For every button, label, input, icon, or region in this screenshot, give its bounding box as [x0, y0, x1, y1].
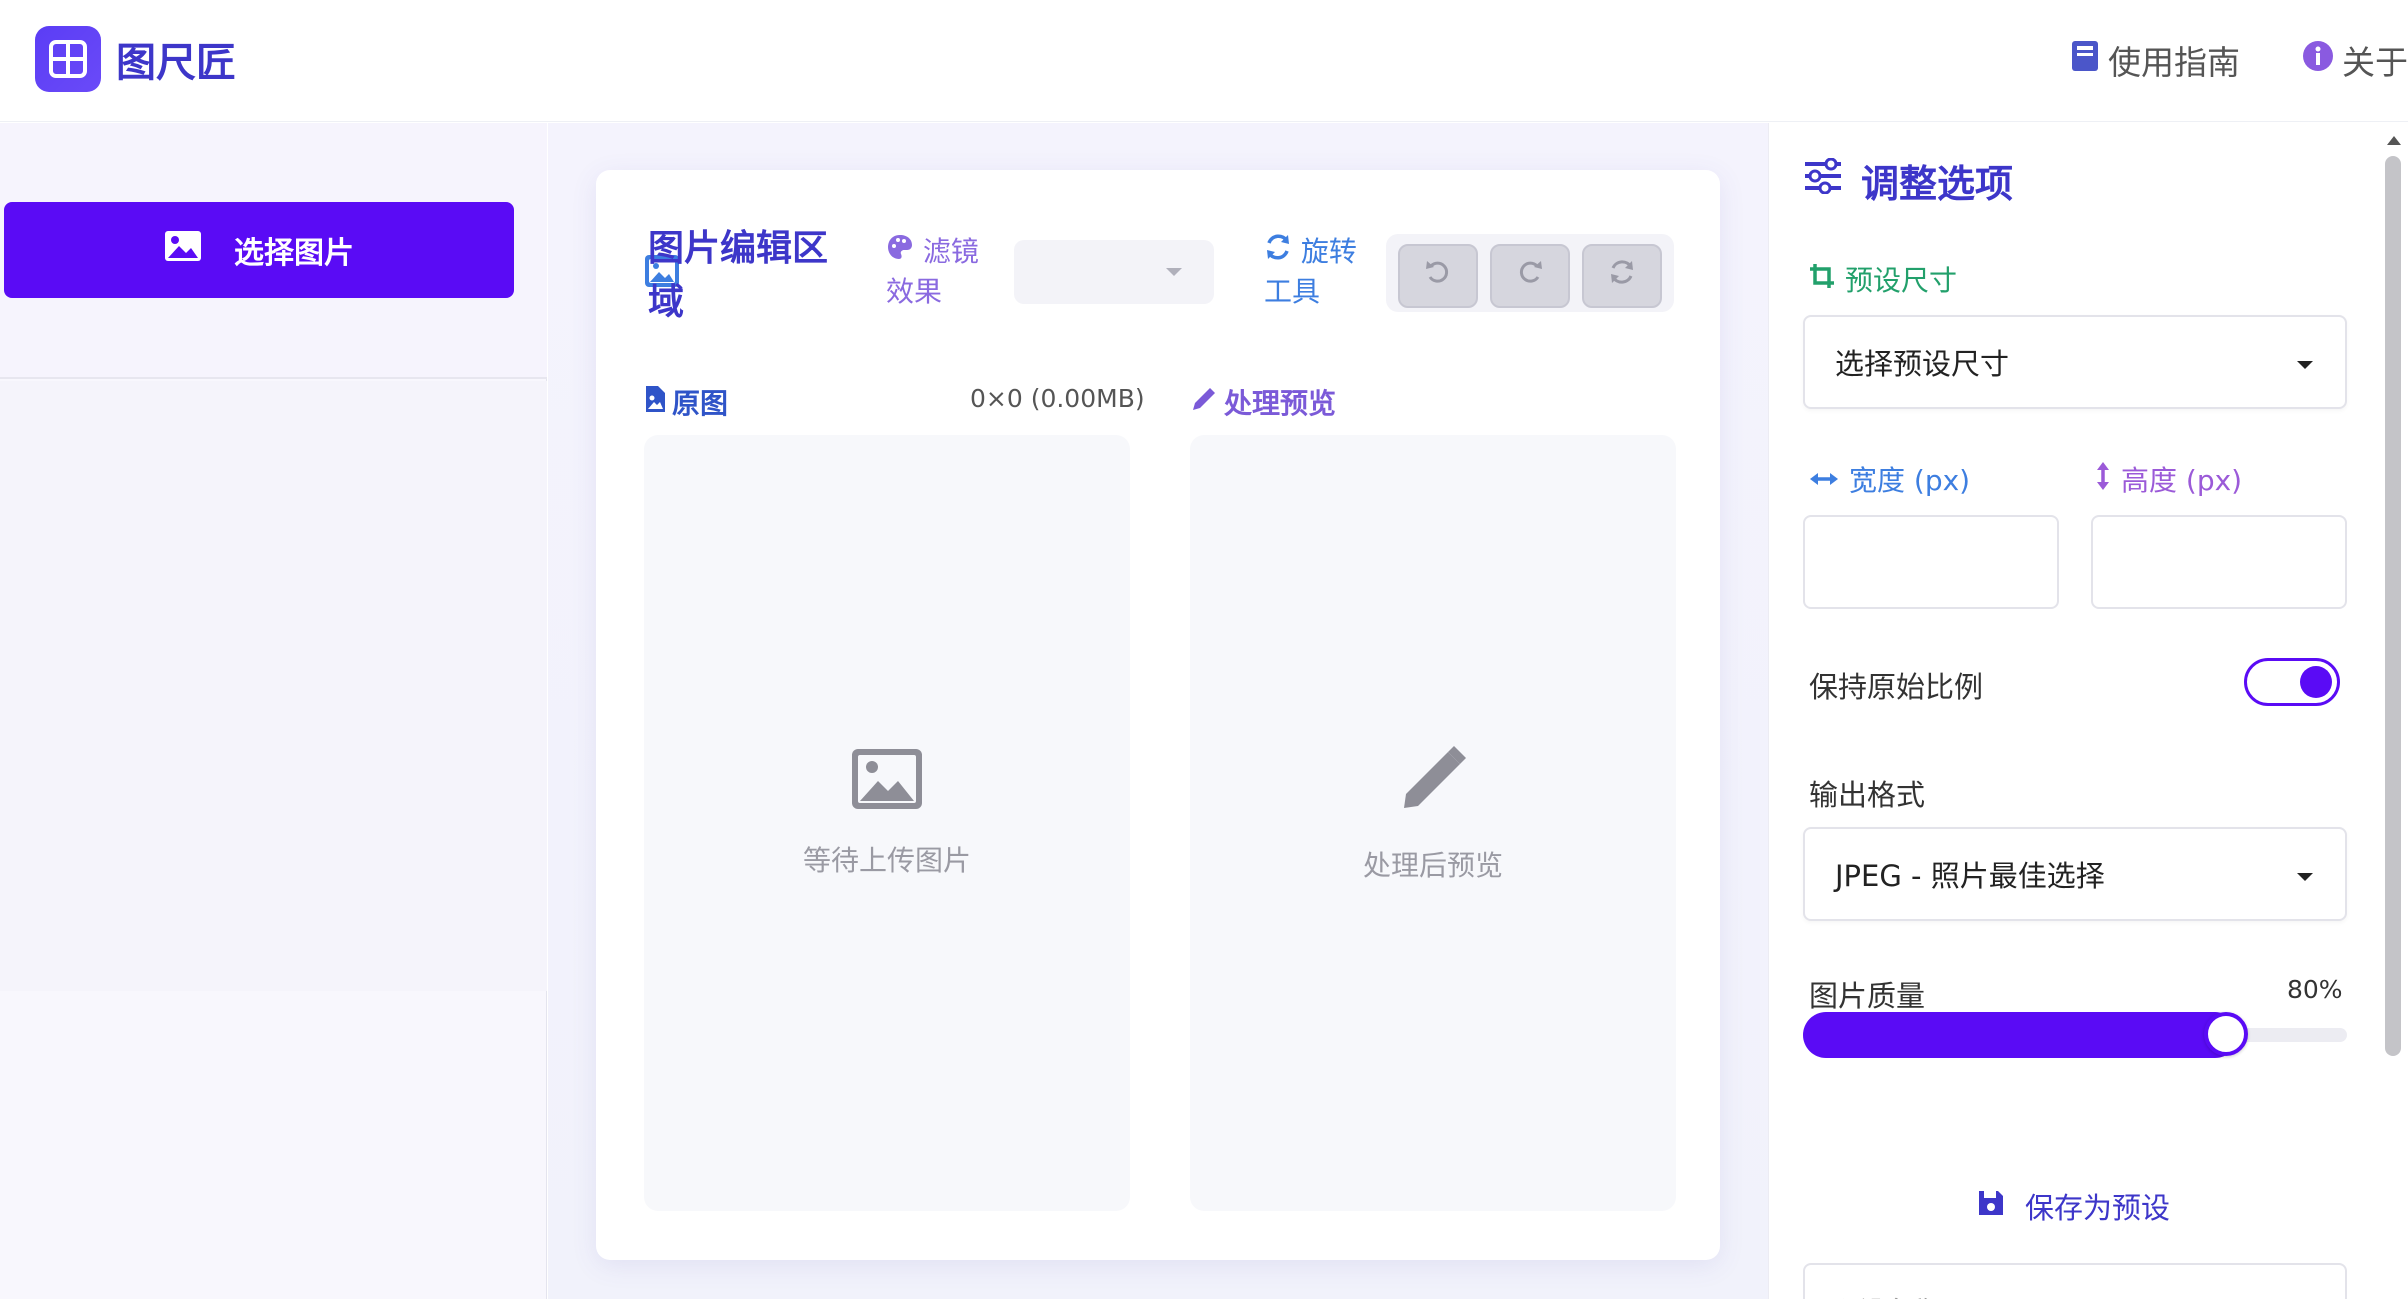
original-size-info: 0×0 (0.00MB): [970, 384, 1145, 413]
scroll-up-icon[interactable]: [2387, 136, 2401, 145]
quality-slider-fill: [1803, 1012, 2238, 1058]
reset-rotation-button[interactable]: [1582, 244, 1662, 308]
original-placeholder-text: 等待上传图片: [802, 844, 971, 877]
app-logo-icon[interactable]: [35, 26, 101, 92]
editor-title: 图片编辑区域: [648, 228, 829, 323]
pencil-placeholder-icon: [1396, 742, 1470, 820]
nav-guide-link[interactable]: 使用指南: [2070, 36, 2240, 84]
original-image-panel[interactable]: 等待上传图片: [644, 435, 1130, 1211]
nav-guide-label: 使用指南: [2108, 43, 2240, 82]
original-label: 原图: [644, 382, 728, 422]
rotate-right-icon: [1515, 257, 1545, 295]
save-preset-button[interactable]: 保存为预设: [1977, 1185, 2170, 1227]
sidebar-content-area: [0, 381, 547, 991]
height-label-text: 高度 (px): [2121, 464, 2243, 497]
save-preset-label: 保存为预设: [2025, 1191, 2171, 1225]
image-icon: [164, 230, 202, 270]
scroll-thumb[interactable]: [2385, 156, 2401, 1056]
save-icon: [1977, 1189, 2005, 1224]
options-panel: 调整选项 预设尺寸 选择预设尺寸 宽度 (px) 高度 (px) 保持原始比例 …: [1768, 123, 2408, 1299]
output-format-label: 输出格式: [1809, 778, 1926, 812]
height-label: 高度 (px): [2095, 459, 2242, 499]
quality-label: 图片质量: [1809, 979, 1926, 1013]
sliders-icon: [1803, 157, 1843, 203]
book-icon: [2070, 39, 2100, 81]
palette-icon: [886, 235, 923, 268]
rotate-right-button[interactable]: [1490, 244, 1570, 308]
output-format-value: JPEG - 照片最佳选择: [1835, 859, 2105, 893]
keep-ratio-label: 保持原始比例: [1809, 670, 1984, 704]
preset-size-select[interactable]: 选择预设尺寸: [1803, 315, 2347, 409]
options-title: 调整选项: [1803, 153, 2013, 208]
select-image-label: 选择图片: [234, 236, 354, 271]
preview-image-panel: 处理后预览: [1190, 435, 1676, 1211]
image-placeholder-icon: [850, 747, 924, 815]
sync-icon: [1264, 234, 1301, 268]
app-header: 图尺匠 使用指南 关于: [0, 0, 2408, 122]
left-sidebar: 选择图片: [0, 123, 547, 1299]
nav-about-label: 关于: [2342, 43, 2408, 82]
preview-label: 处理预览: [1190, 382, 1336, 422]
page-scrollbar[interactable]: [2383, 132, 2403, 1292]
arrows-horizontal-icon: [1809, 463, 1839, 496]
width-input[interactable]: [1803, 515, 2059, 609]
toggle-knob: [2300, 666, 2332, 698]
crop-icon: [1809, 263, 1835, 296]
app-title: 图尺匠: [116, 40, 236, 86]
options-title-text: 调整选项: [1861, 162, 2014, 206]
file-image-icon: [644, 385, 666, 420]
info-icon: [2302, 40, 2334, 80]
output-format-select[interactable]: JPEG - 照片最佳选择: [1803, 827, 2347, 921]
quality-value: 80%: [2287, 975, 2343, 1004]
chevron-down-icon: [2297, 361, 2313, 369]
preview-placeholder-text: 处理后预览: [1362, 849, 1503, 882]
rotate-label: 旋转工具: [1264, 232, 1374, 312]
width-label-text: 宽度 (px): [1849, 464, 1971, 497]
rotate-left-icon: [1423, 257, 1453, 295]
pencil-icon: [1190, 385, 1218, 420]
chevron-down-icon: [2297, 873, 2313, 881]
preset-size-value: 选择预设尺寸: [1835, 347, 2010, 381]
keep-ratio-toggle[interactable]: [2244, 658, 2340, 706]
arrows-vertical-icon: [2095, 461, 2111, 498]
rotate-button-group: [1386, 234, 1674, 312]
original-label-text: 原图: [672, 387, 729, 420]
preset-size-label: 预设尺寸: [1809, 259, 1957, 299]
rotate-left-button[interactable]: [1398, 244, 1478, 308]
preset-name-placeholder: 预设名称: [1833, 1291, 1937, 1299]
editor-card: 图片编辑区域 滤镜效果 旋转工具 原图 0×0 (0.00MB) 处理预览 等待…: [596, 170, 1720, 1260]
filter-select[interactable]: [1014, 240, 1214, 304]
filter-label: 滤镜效果: [886, 232, 996, 312]
sync-icon: [1607, 257, 1637, 295]
preset-name-input[interactable]: 预设名称: [1803, 1263, 2347, 1299]
width-label: 宽度 (px): [1809, 459, 1970, 499]
height-input[interactable]: [2091, 515, 2347, 609]
nav-about-link[interactable]: 关于: [2302, 36, 2408, 84]
quality-slider-handle[interactable]: [2204, 1012, 2248, 1056]
preview-label-text: 处理预览: [1224, 387, 1337, 420]
chevron-down-icon: [1166, 268, 1182, 276]
sidebar-upload-section: 选择图片: [0, 123, 547, 379]
select-image-button[interactable]: 选择图片: [4, 202, 514, 298]
preset-size-label-text: 预设尺寸: [1845, 264, 1958, 297]
